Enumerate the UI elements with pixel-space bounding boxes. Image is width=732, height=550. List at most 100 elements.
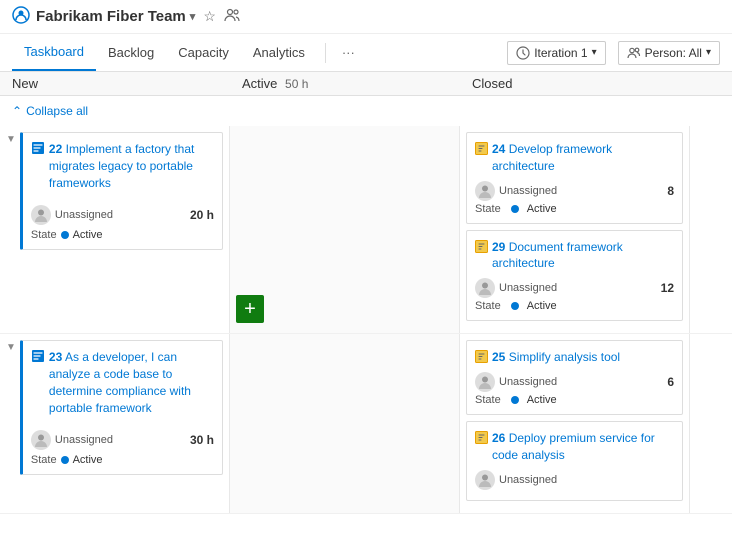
task-state-dot-24 xyxy=(511,205,519,213)
people-icon[interactable] xyxy=(224,8,240,25)
story-icon-22 xyxy=(31,141,45,158)
nav-capacity[interactable]: Capacity xyxy=(166,35,241,70)
task-state-dot-25 xyxy=(511,396,519,404)
story-title-22[interactable]: 22 Implement a factory that migrates leg… xyxy=(49,141,214,191)
nav-right: Iteration 1 ▾ Person: All ▾ xyxy=(507,41,720,65)
task-title-24[interactable]: 24 Develop framework architecture xyxy=(492,141,674,175)
active-label: Active xyxy=(242,76,277,91)
closed-label: Closed xyxy=(472,76,512,91)
task-state-25: State Active xyxy=(475,394,674,406)
nav-bar: Taskboard Backlog Capacity Analytics ···… xyxy=(0,34,732,72)
task-title-25[interactable]: 25 Simplify analysis tool xyxy=(492,349,674,366)
col-header-new: New xyxy=(12,76,242,91)
story-card-23-col: ▼ 23 As a developer, I can analyze a cod… xyxy=(0,334,230,513)
nav-taskboard[interactable]: Taskboard xyxy=(12,34,96,71)
story-card-23: 23 As a developer, I can analyze a code … xyxy=(20,340,223,475)
story-card-22: 22 Implement a factory that migrates leg… xyxy=(20,132,223,250)
task-num-25: 6 xyxy=(667,375,674,389)
person-icon xyxy=(627,47,641,59)
task-icon-26 xyxy=(475,431,488,447)
task-card-25: 25 Simplify analysis tool Unassigned 6 xyxy=(466,340,683,415)
team-name[interactable]: Fabrikam Fiber Team ▾ xyxy=(36,8,195,25)
avatar-26 xyxy=(475,470,495,490)
story-hours-23: 30 h xyxy=(190,433,214,447)
story-row-22-active: 24 Develop framework architecture Unassi… xyxy=(460,126,690,333)
board-main: New Active 50 h Closed ⌃ Collapse all ▼ xyxy=(0,72,732,534)
collapse-all-bar[interactable]: ⌃ Collapse all xyxy=(0,96,732,126)
task-state-label-24: Active xyxy=(527,203,557,215)
task-assignee-26: Unassigned xyxy=(475,470,557,490)
team-name-text: Fabrikam Fiber Team xyxy=(36,8,186,25)
task-state-dot-29 xyxy=(511,302,519,310)
task-card-24: 24 Develop framework architecture Unassi… xyxy=(466,132,683,224)
collapse-all-label: Collapse all xyxy=(26,104,88,118)
assignee-label-23: Unassigned xyxy=(55,434,113,446)
board-content: ▼ 22 Implement a factory that migrates l… xyxy=(0,126,732,534)
task-header-25: 25 Simplify analysis tool xyxy=(475,349,674,366)
story-hours-22: 20 h xyxy=(190,208,214,222)
task-meta-26: Unassigned xyxy=(475,470,674,490)
iteration-button[interactable]: Iteration 1 ▾ xyxy=(507,41,605,65)
avatar-29 xyxy=(475,278,495,298)
task-assignee-label-24: Unassigned xyxy=(499,185,557,197)
task-meta-24: Unassigned 8 xyxy=(475,181,674,201)
task-title-29[interactable]: 29 Document framework architecture xyxy=(492,239,674,273)
avatar-24 xyxy=(475,181,495,201)
story-card-22-col: ▼ 22 Implement a factory that migrates l… xyxy=(0,126,230,333)
person-button[interactable]: Person: All ▾ xyxy=(618,41,720,65)
story-meta-23: Unassigned 30 h xyxy=(31,430,214,450)
row-toggle-23[interactable]: ▼ xyxy=(6,340,16,353)
story-meta-22: Unassigned 20 h xyxy=(31,205,214,225)
star-icon[interactable]: ☆ xyxy=(203,8,216,25)
nav-backlog[interactable]: Backlog xyxy=(96,35,166,70)
task-state-label-25: Active xyxy=(527,394,557,406)
task-assignee-24: Unassigned xyxy=(475,181,557,201)
story-assignee-23: Unassigned xyxy=(31,430,113,450)
task-assignee-29: Unassigned xyxy=(475,278,557,298)
nav-divider xyxy=(325,43,326,63)
task-card-29: 29 Document framework architecture Unass… xyxy=(466,230,683,322)
story-row-23: ▼ 23 As a developer, I can analyze a cod… xyxy=(0,334,732,514)
task-assignee-label-29: Unassigned xyxy=(499,282,557,294)
avatar-25 xyxy=(475,372,495,392)
active-count: 50 h xyxy=(285,77,308,91)
assignee-label-22: Unassigned xyxy=(55,209,113,221)
task-icon-25 xyxy=(475,350,488,366)
task-header-26: 26 Deploy premium service for code analy… xyxy=(475,430,674,464)
story-state-22: State Active xyxy=(31,229,214,241)
state-label-22: Active xyxy=(73,229,103,241)
story-row-22-new: + xyxy=(230,126,460,333)
task-meta-25: Unassigned 6 xyxy=(475,372,674,392)
iteration-label: Iteration 1 xyxy=(534,46,587,60)
top-bar-actions: ☆ xyxy=(203,8,240,25)
task-icon-29 xyxy=(475,240,488,256)
story-row-22: ▼ 22 Implement a factory that migrates l… xyxy=(0,126,732,334)
task-meta-29: Unassigned 12 xyxy=(475,278,674,298)
team-chevron[interactable]: ▾ xyxy=(190,10,196,23)
task-state-29: State Active xyxy=(475,300,674,312)
row-toggle-22[interactable]: ▼ xyxy=(6,132,16,145)
nav-more[interactable]: ··· xyxy=(334,35,363,70)
story-row-22-closed xyxy=(690,126,732,333)
col-header-active: Active 50 h xyxy=(242,76,472,91)
story-assignee-22: Unassigned xyxy=(31,205,113,225)
state-dot-23 xyxy=(61,456,69,464)
iteration-chevron: ▾ xyxy=(592,47,597,58)
story-row-23-active: 25 Simplify analysis tool Unassigned 6 xyxy=(460,334,690,513)
state-label-23: Active xyxy=(73,454,103,466)
add-task-button-22[interactable]: + xyxy=(236,295,264,323)
nav-analytics[interactable]: Analytics xyxy=(241,35,317,70)
task-state-24: State Active xyxy=(475,203,674,215)
story-title-23[interactable]: 23 As a developer, I can analyze a code … xyxy=(49,349,214,416)
task-header-29: 29 Document framework architecture xyxy=(475,239,674,273)
task-title-26[interactable]: 26 Deploy premium service for code analy… xyxy=(492,430,674,464)
story-row-23-new xyxy=(230,334,460,513)
task-card-26: 26 Deploy premium service for code analy… xyxy=(466,421,683,501)
team-icon xyxy=(12,6,30,27)
task-assignee-label-25: Unassigned xyxy=(499,376,557,388)
story-icon-23 xyxy=(31,349,45,366)
person-chevron: ▾ xyxy=(706,47,711,58)
state-dot-22 xyxy=(61,231,69,239)
col-header-closed: Closed xyxy=(472,76,720,91)
column-headers: New Active 50 h Closed xyxy=(0,72,732,96)
